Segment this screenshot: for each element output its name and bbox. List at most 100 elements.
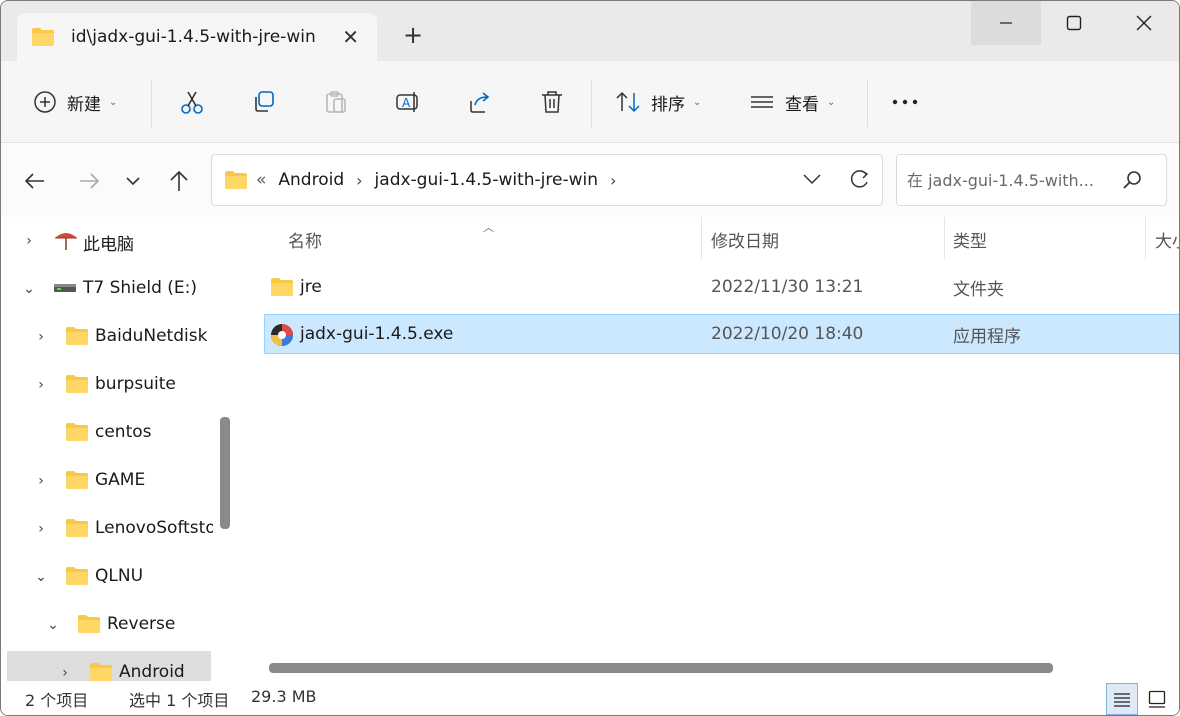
chevron-right-icon[interactable]: › (33, 329, 49, 345)
forward-button[interactable] (73, 165, 105, 197)
sidebar-item-label: 此电脑 (83, 235, 134, 255)
computer-icon (55, 233, 77, 250)
plus-icon[interactable]: + (403, 21, 423, 49)
sidebar-item-reverse[interactable]: ⌄ Reverse (1, 603, 213, 647)
selection-count: 选中 1 个项目 (129, 691, 230, 710)
title-bar: id\jadx-gui-1.4.5-with-jre-win ✕ + (1, 1, 1179, 61)
sort-button[interactable]: 排序 ⌄ (615, 81, 701, 123)
folder-icon (66, 375, 88, 393)
copy-icon (255, 91, 274, 112)
chevron-down-icon (126, 177, 140, 186)
sidebar-item-label: Reverse (107, 614, 176, 634)
tab-title: id\jadx-gui-1.4.5-with-jre-win (71, 27, 316, 47)
sidebar-item-label: LenovoSoftstore (95, 518, 213, 538)
arrow-left-icon (24, 173, 44, 189)
details-view-icon (1114, 693, 1130, 707)
close-icon[interactable]: ✕ (342, 25, 359, 49)
minimize-button[interactable] (971, 1, 1041, 45)
drive-icon (54, 284, 76, 292)
address-bar[interactable]: « Android › jadx-gui-1.4.5-with-jre-win … (211, 154, 883, 206)
horizontal-scrollbar[interactable] (269, 663, 1053, 673)
chevron-right-icon[interactable]: › (356, 171, 362, 190)
breadcrumb-android[interactable]: Android (278, 170, 344, 190)
chevron-right-icon[interactable]: › (610, 171, 616, 190)
navigation-pane: › 此电脑 ⌄ T7 Shield (E:) › BaiduNetdisk › … (1, 217, 235, 681)
file-type: 文件夹 (953, 279, 1004, 300)
column-header-type[interactable]: 类型 (953, 227, 987, 252)
cut-icon (181, 91, 203, 114)
chevron-right-icon[interactable]: › (21, 233, 37, 249)
folder-icon (66, 423, 88, 441)
sort-ascending-icon: ︿ (483, 221, 494, 234)
folder-icon (225, 171, 247, 189)
rename-button[interactable]: A (395, 81, 421, 123)
breadcrumb-overflow[interactable]: « (256, 170, 266, 190)
file-explorer-window: id\jadx-gui-1.4.5-with-jre-win ✕ + 新建 ⌄ (0, 0, 1180, 716)
search-box[interactable] (896, 154, 1167, 206)
search-icon[interactable] (1122, 170, 1142, 190)
chevron-right-icon[interactable]: › (33, 377, 49, 393)
paste-button[interactable] (323, 81, 349, 123)
tiles-view-button[interactable] (1141, 683, 1173, 715)
view-button[interactable]: 查看 ⌄ (749, 81, 835, 123)
folder-icon (271, 278, 293, 296)
more-button[interactable] (891, 81, 919, 123)
up-button[interactable] (163, 165, 195, 197)
sidebar-item-label: Android (119, 662, 185, 681)
refresh-icon[interactable] (848, 167, 870, 191)
maximize-icon (1066, 15, 1082, 31)
sidebar-item-label: QLNU (95, 566, 144, 586)
paste-icon (326, 91, 346, 113)
chevron-down-icon[interactable]: ⌄ (21, 281, 37, 297)
new-button[interactable]: 新建 ⌄ (33, 81, 117, 123)
sidebar-item-centos[interactable]: centos (1, 411, 213, 455)
file-name: jadx-gui-1.4.5.exe (300, 324, 454, 344)
sidebar-item-baidunetdisk[interactable]: › BaiduNetdisk (1, 315, 213, 359)
folder-icon (90, 663, 112, 681)
sidebar-item-android[interactable]: › Android (7, 651, 211, 681)
column-header-name[interactable]: 名称 (288, 227, 322, 252)
divider (151, 79, 152, 127)
folder-icon (66, 519, 88, 537)
maximize-button[interactable] (1039, 1, 1109, 45)
chevron-down-icon[interactable]: ⌄ (45, 617, 61, 633)
cut-button[interactable] (179, 81, 205, 123)
search-input[interactable] (907, 170, 1122, 190)
breadcrumb-current[interactable]: jadx-gui-1.4.5-with-jre-win (375, 170, 598, 190)
sidebar-item-label: centos (95, 422, 152, 442)
sidebar-item-burpsuite[interactable]: › burpsuite (1, 363, 213, 407)
sidebar-item-qlnu[interactable]: ⌄ QLNU (1, 555, 213, 599)
sidebar-item-this-pc[interactable]: › 此电脑 (1, 219, 213, 263)
chevron-right-icon[interactable]: › (33, 521, 49, 537)
file-modified: 2022/10/20 18:40 (711, 324, 864, 344)
column-divider[interactable] (701, 217, 702, 259)
file-list: ︿ 名称 修改日期 类型 大小 jre 2022/11/30 13:21 文件夹… (243, 217, 1179, 681)
column-header-modified[interactable]: 修改日期 (711, 227, 779, 252)
more-icon (892, 99, 918, 105)
back-button[interactable] (19, 165, 51, 197)
chevron-right-icon[interactable]: › (57, 665, 73, 681)
sidebar-item-lenovosoftstore[interactable]: › LenovoSoftstore (1, 507, 213, 551)
close-window-button[interactable] (1109, 1, 1179, 45)
chevron-down-icon[interactable]: ⌄ (33, 569, 49, 585)
column-header-size[interactable]: 大小 (1155, 227, 1179, 252)
copy-button[interactable] (251, 81, 277, 123)
sidebar-item-game[interactable]: › GAME (1, 459, 213, 503)
recent-locations-button[interactable] (117, 165, 149, 197)
tab-current[interactable]: id\jadx-gui-1.4.5-with-jre-win ✕ (17, 13, 377, 61)
column-divider[interactable] (1145, 217, 1146, 259)
view-list-icon (751, 96, 773, 108)
folder-icon (32, 28, 54, 46)
delete-button[interactable] (539, 81, 565, 123)
share-button[interactable] (467, 81, 493, 123)
table-row[interactable]: jre 2022/11/30 13:21 文件夹 (264, 267, 1179, 307)
sidebar-item-t7-shield[interactable]: ⌄ T7 Shield (E:) (1, 267, 213, 311)
column-divider[interactable] (944, 217, 945, 259)
chevron-down-icon[interactable] (802, 167, 822, 191)
rename-icon: A (396, 92, 418, 112)
details-view-button[interactable] (1106, 683, 1138, 715)
svg-text:A: A (402, 96, 411, 110)
chevron-right-icon[interactable]: › (33, 473, 49, 489)
table-row-selected[interactable]: jadx-gui-1.4.5.exe 2022/10/20 18:40 应用程序 (264, 314, 1179, 354)
sidebar-scrollbar[interactable] (220, 417, 230, 529)
